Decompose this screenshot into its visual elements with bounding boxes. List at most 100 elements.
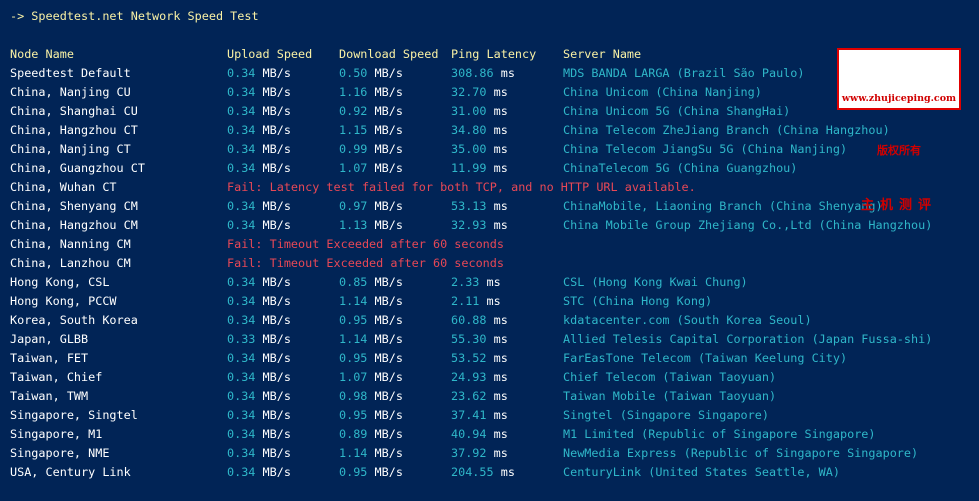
ping-value: 2.33 — [451, 275, 480, 289]
download-value: 0.95 — [339, 408, 368, 422]
upload-unit: MB/s — [262, 199, 291, 213]
download-unit: MB/s — [374, 408, 403, 422]
download-speed: 1.14 MB/s — [339, 444, 403, 463]
watermark-rights: 版权所有 — [877, 144, 921, 157]
server-name: NewMedia Express (Republic of Singapore … — [563, 446, 919, 460]
download-value: 0.98 — [339, 389, 368, 403]
ping-latency: 308.86 ms — [451, 64, 515, 83]
col-upload-speed: Upload Speed — [227, 47, 313, 61]
download-value: 1.15 — [339, 123, 368, 137]
download-unit: MB/s — [374, 199, 403, 213]
download-unit: MB/s — [374, 123, 403, 137]
download-unit: MB/s — [374, 465, 403, 479]
download-speed: 0.98 MB/s — [339, 387, 403, 406]
ping-value: 11.99 — [451, 161, 487, 175]
node-name: China, Shenyang CM — [10, 199, 138, 213]
ping-latency: 53.13 ms — [451, 197, 508, 216]
ping-value: 35.00 — [451, 142, 487, 156]
download-speed: 0.95 MB/s — [339, 349, 403, 368]
upload-value: 0.34 — [227, 313, 256, 327]
ping-value: 53.52 — [451, 351, 487, 365]
download-value: 1.07 — [339, 370, 368, 384]
ping-value: 308.86 — [451, 66, 494, 80]
download-value: 0.97 — [339, 199, 368, 213]
download-value: 1.14 — [339, 332, 368, 346]
upload-value: 0.34 — [227, 294, 256, 308]
node-name: China, Guangzhou CT — [10, 161, 145, 175]
ping-latency: 2.33 ms — [451, 273, 501, 292]
upload-unit: MB/s — [262, 408, 291, 422]
download-value: 0.50 — [339, 66, 368, 80]
download-value: 1.16 — [339, 85, 368, 99]
download-unit: MB/s — [374, 161, 403, 175]
ping-value: 32.70 — [451, 85, 487, 99]
upload-value: 0.34 — [227, 104, 256, 118]
upload-speed: 0.34 MB/s — [227, 121, 291, 140]
download-unit: MB/s — [374, 389, 403, 403]
upload-speed: 0.34 MB/s — [227, 387, 291, 406]
node-name: China, Hangzhou CM — [10, 218, 138, 232]
upload-value: 0.34 — [227, 218, 256, 232]
download-unit: MB/s — [374, 66, 403, 80]
speedtest-title: -> Speedtest.net Network Speed Test — [10, 9, 259, 23]
upload-value: 0.34 — [227, 142, 256, 156]
ping-latency: 53.52 ms — [451, 349, 508, 368]
ping-value: 40.94 — [451, 427, 487, 441]
upload-speed: 0.34 MB/s — [227, 292, 291, 311]
ping-latency: 204.55 ms — [451, 463, 515, 482]
download-unit: MB/s — [374, 313, 403, 327]
download-speed: 0.95 MB/s — [339, 406, 403, 425]
fail-message: Fail: Timeout Exceeded after 60 seconds — [227, 256, 504, 270]
ping-value: 34.80 — [451, 123, 487, 137]
upload-unit: MB/s — [262, 294, 291, 308]
server-name: ChinaMobile, Liaoning Branch (China Shen… — [563, 199, 883, 213]
server-name: M1 Limited (Republic of Singapore Singap… — [563, 427, 876, 441]
node-name: China, Lanzhou CM — [10, 256, 131, 270]
download-speed: 0.92 MB/s — [339, 102, 403, 121]
download-speed: 1.14 MB/s — [339, 292, 403, 311]
upload-speed: 0.34 MB/s — [227, 368, 291, 387]
ping-unit: ms — [493, 161, 508, 175]
ping-unit: ms — [493, 332, 508, 346]
node-name: China, Hangzhou CT — [10, 123, 138, 137]
upload-speed: 0.34 MB/s — [227, 216, 291, 235]
download-value: 0.92 — [339, 104, 368, 118]
upload-value: 0.34 — [227, 465, 256, 479]
ping-value: 32.93 — [451, 218, 487, 232]
download-value: 0.99 — [339, 142, 368, 156]
download-unit: MB/s — [374, 218, 403, 232]
ping-latency: 37.92 ms — [451, 444, 508, 463]
node-name: Hong Kong, CSL — [10, 275, 110, 289]
server-name: ChinaTelecom 5G (China Guangzhou) — [563, 161, 798, 175]
download-speed: 0.95 MB/s — [339, 311, 403, 330]
upload-value: 0.34 — [227, 66, 256, 80]
node-name: China, Nanjing CT — [10, 142, 131, 156]
node-name: Taiwan, TWM — [10, 389, 89, 403]
upload-unit: MB/s — [262, 351, 291, 365]
col-node-name: Node Name — [10, 47, 74, 61]
download-unit: MB/s — [374, 332, 403, 346]
ping-latency: 34.80 ms — [451, 121, 508, 140]
ping-unit: ms — [493, 142, 508, 156]
server-name: China Unicom 5G (China ShangHai) — [563, 104, 791, 118]
node-name: Singapore, NME — [10, 446, 110, 460]
ping-value: 37.41 — [451, 408, 487, 422]
download-value: 1.14 — [339, 294, 368, 308]
upload-value: 0.34 — [227, 199, 256, 213]
ping-latency: 32.70 ms — [451, 83, 508, 102]
col-ping-latency: Ping Latency — [451, 47, 537, 61]
upload-unit: MB/s — [262, 142, 291, 156]
upload-unit: MB/s — [262, 389, 291, 403]
upload-speed: 0.34 MB/s — [227, 64, 291, 83]
upload-unit: MB/s — [262, 427, 291, 441]
download-speed: 0.85 MB/s — [339, 273, 403, 292]
node-name: Speedtest Default — [10, 66, 131, 80]
ping-value: 31.00 — [451, 104, 487, 118]
fail-message: Fail: Latency test failed for both TCP, … — [227, 180, 696, 194]
download-unit: MB/s — [374, 85, 403, 99]
download-speed: 1.13 MB/s — [339, 216, 403, 235]
upload-speed: 0.34 MB/s — [227, 83, 291, 102]
ping-unit: ms — [493, 199, 508, 213]
ping-latency: 2.11 ms — [451, 292, 501, 311]
download-unit: MB/s — [374, 446, 403, 460]
